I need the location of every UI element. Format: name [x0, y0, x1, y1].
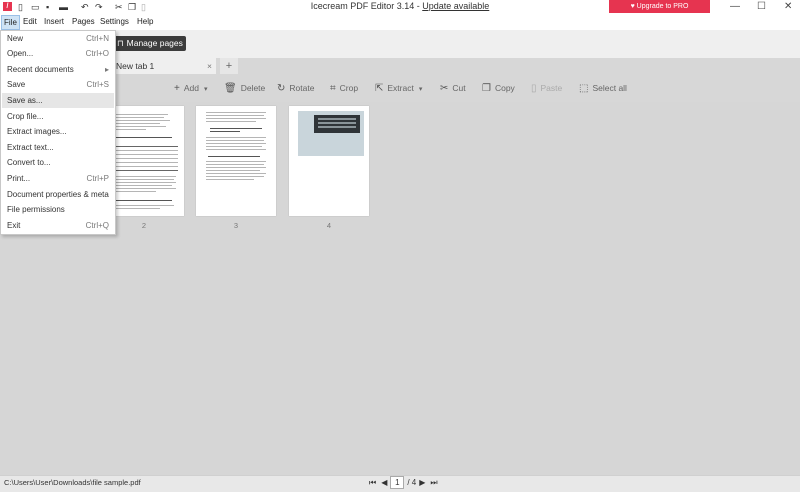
menu-insert[interactable]: Insert — [44, 17, 64, 26]
menu-item-open[interactable]: Open... Ctrl+O — [2, 46, 114, 61]
file-path: C:\Users\User\Downloads\file sample.pdf — [4, 478, 141, 487]
menu-item-save[interactable]: Save Ctrl+S — [2, 77, 114, 92]
menu-item-new[interactable]: New Ctrl+N — [2, 31, 114, 46]
extract-button[interactable]: ⇱ Extract ▾ — [375, 82, 422, 94]
page-number: 2 — [141, 221, 147, 230]
first-page-icon[interactable]: ⏮ — [369, 478, 376, 487]
submenu-arrow-icon: ▸ — [104, 65, 109, 74]
trash-icon: 🗑 — [224, 83, 237, 94]
manage-pages-button[interactable]: ⊓ Manage pages — [114, 36, 186, 51]
menu-item-convert-to[interactable]: Convert to... — [2, 155, 114, 170]
menu-item-extract-text[interactable]: Extract text... — [2, 140, 114, 155]
menu-bar: File Edit Insert Pages Settings Help — [0, 14, 800, 30]
close-tab-icon[interactable]: × — [207, 58, 212, 74]
rotate-button[interactable]: ↻ Rotate — [277, 82, 314, 94]
menu-item-recent-documents[interactable]: Recent documents ▸ — [2, 62, 114, 77]
rotate-label: Rotate — [289, 83, 315, 93]
keyboard-photo — [298, 111, 364, 156]
tab-label: New tab 1 — [116, 61, 155, 71]
last-page-icon[interactable]: ⏭ — [430, 478, 437, 487]
update-available-link[interactable]: Update available — [422, 1, 489, 11]
current-page-input[interactable]: 1 — [390, 476, 405, 489]
manage-pages-label: Manage pages — [126, 38, 183, 48]
prev-page-icon[interactable]: ◀ — [381, 478, 387, 487]
select-all-label: Select all — [592, 83, 627, 93]
menu-item-print[interactable]: Print... Ctrl+P — [2, 171, 114, 186]
upgrade-button[interactable]: ♥ Upgrade to PRO — [609, 0, 710, 13]
menu-settings[interactable]: Settings — [100, 17, 129, 26]
paste-label: Paste — [540, 83, 563, 93]
add-label: Add — [183, 83, 199, 93]
page-thumbnail-4[interactable] — [289, 106, 369, 216]
page-thumbnail-2[interactable] — [104, 106, 184, 216]
menu-item-extract-images[interactable]: Extract images... — [2, 124, 114, 139]
plus-icon: + — [174, 83, 180, 94]
maximize-button[interactable]: ☐ — [757, 1, 766, 12]
paste-button: ▯ Paste — [531, 82, 562, 94]
menu-file[interactable]: File — [1, 15, 20, 30]
add-tab-button[interactable]: + — [220, 58, 238, 74]
page-number: 3 — [233, 221, 239, 230]
extract-label: Extract — [387, 83, 414, 93]
scissors-icon: ✂ — [440, 83, 449, 94]
tab-new-tab-1[interactable]: New tab 1 × — [112, 58, 216, 74]
delete-button[interactable]: 🗑 Delete — [224, 82, 265, 94]
select-all-button[interactable]: ⬚ Select all — [579, 82, 627, 94]
menu-item-crop-file[interactable]: Crop file... — [2, 109, 114, 124]
menu-item-exit[interactable]: Exit Ctrl+Q — [2, 218, 114, 233]
menu-pages[interactable]: Pages — [72, 17, 95, 26]
cut-label: Cut — [452, 83, 466, 93]
close-window-button[interactable]: ✕ — [784, 1, 792, 12]
upgrade-label: Upgrade to PRO — [636, 3, 689, 10]
dropdown-arrow-icon: ▾ — [418, 86, 423, 93]
menu-item-file-permissions[interactable]: File permissions — [2, 202, 114, 217]
extract-icon: ⇱ — [375, 83, 384, 94]
menu-edit[interactable]: Edit — [23, 17, 37, 26]
copy-icon: ❐ — [482, 83, 491, 94]
menu-item-document-properties[interactable]: Document properties & meta — [2, 187, 114, 202]
page-number: 4 — [326, 221, 332, 230]
rotate-icon: ↻ — [277, 83, 286, 94]
page-navigation: ⏮ ◀ 1/ 4 ▶ ⏭ — [369, 476, 438, 489]
menu-help[interactable]: Help — [137, 17, 153, 26]
select-all-icon: ⬚ — [579, 83, 589, 94]
cut-button[interactable]: ✂ Cut — [440, 82, 466, 94]
file-menu-dropdown: New Ctrl+N Open... Ctrl+O Recent documents… — [0, 30, 116, 235]
dropdown-arrow-icon: ▾ — [203, 86, 208, 93]
delete-label: Delete — [240, 83, 266, 93]
copy-button[interactable]: ❐ Copy — [482, 82, 515, 94]
crop-label: Crop — [339, 83, 359, 93]
clipboard-icon: ▯ — [531, 83, 537, 94]
crop-icon: ⌗ — [330, 83, 336, 94]
copy-label: Copy — [494, 83, 515, 93]
title-text: Icecream PDF Editor 3.14 - — [310, 1, 423, 11]
next-page-icon[interactable]: ▶ — [419, 478, 425, 487]
pages-icon: ⊓ — [117, 38, 124, 48]
crop-button[interactable]: ⌗ Crop — [330, 82, 358, 94]
page-thumbnail-3[interactable] — [196, 106, 276, 216]
add-button[interactable]: + Add ▾ — [174, 82, 207, 94]
minimize-button[interactable]: — — [730, 1, 740, 12]
menu-item-save-as[interactable]: Save as... — [2, 93, 114, 108]
total-pages: / 4 — [407, 478, 417, 487]
